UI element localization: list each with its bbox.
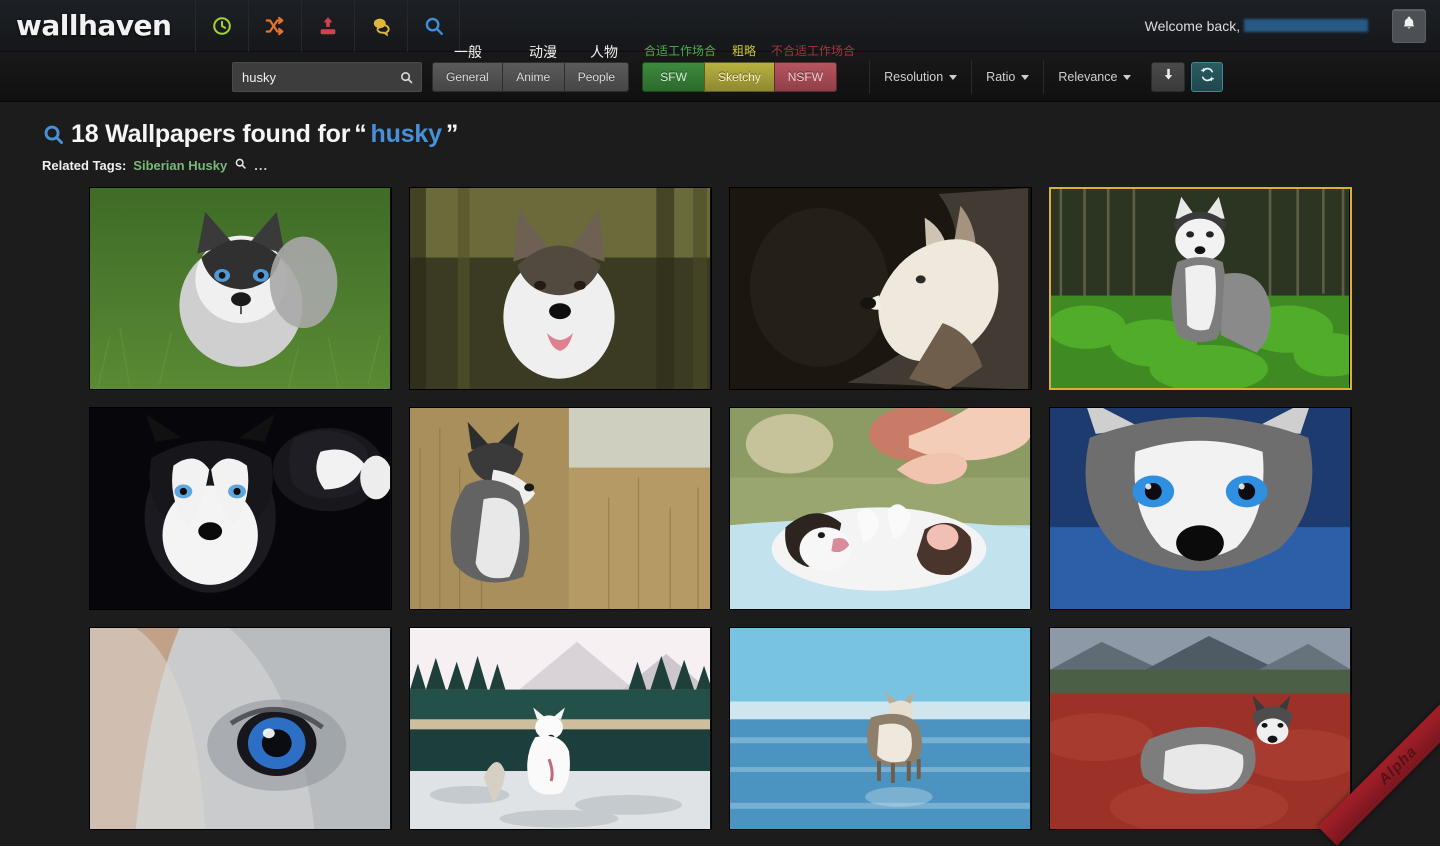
wallpaper-preview: [410, 188, 711, 390]
wallpaper-grid: [0, 187, 1440, 830]
thumbnail-item[interactable]: [409, 627, 712, 830]
thumbnail-item[interactable]: [729, 407, 1032, 610]
top-header-bar: wallhaven: [0, 0, 1440, 52]
related-tags-row: Related Tags: Siberian Husky ...: [42, 157, 1440, 173]
thumbnail-item[interactable]: [409, 187, 712, 390]
thumbnail-item-selected[interactable]: [1049, 187, 1352, 390]
wallpaper-preview: [1050, 628, 1351, 830]
nav-search-button[interactable]: [407, 0, 460, 52]
category-general-button[interactable]: General: [432, 62, 502, 92]
main-content: 18 Wallpapers found for “husky” Related …: [0, 102, 1440, 801]
results-count-text: 18 Wallpapers found for: [71, 120, 350, 149]
wallpaper-preview: [90, 188, 391, 390]
thumbnail-item[interactable]: [729, 187, 1032, 390]
filter-toolbar: General Anime People SFW Sketchy NSFW Re…: [0, 52, 1440, 102]
nav-latest-button[interactable]: [195, 0, 248, 52]
wallpaper-preview: [730, 188, 1031, 390]
wallpaper-preview: [410, 408, 711, 610]
clock-icon: [211, 15, 233, 37]
username-redacted[interactable]: [1244, 19, 1368, 32]
nav-random-button[interactable]: [248, 0, 301, 52]
search-keyword: husky: [371, 120, 442, 149]
related-tag-item[interactable]: Siberian Husky: [133, 158, 227, 173]
wallpaper-preview: [1050, 408, 1351, 610]
category-people-button[interactable]: People: [564, 62, 629, 92]
purity-sfw-button[interactable]: SFW: [642, 62, 704, 92]
quote-close: ”: [446, 120, 458, 149]
sort-order-button[interactable]: [1151, 62, 1185, 92]
comments-icon: [370, 14, 393, 37]
purity-sketchy-button[interactable]: Sketchy: [704, 62, 774, 92]
sorting-dropdown[interactable]: Relevance: [1044, 62, 1145, 92]
upload-icon: [317, 15, 339, 37]
wallpaper-preview: [730, 628, 1031, 830]
wallpaper-preview: [410, 628, 711, 830]
purity-nsfw-button[interactable]: NSFW: [774, 62, 837, 92]
welcome-message: Welcome back,: [1145, 18, 1374, 34]
notifications-button[interactable]: [1392, 9, 1426, 43]
page-title: 18 Wallpapers found for “husky”: [42, 120, 1440, 149]
refresh-icon: [1200, 67, 1215, 87]
header-user-area: Welcome back,: [1145, 0, 1440, 52]
search-result-icon: [42, 123, 65, 146]
resolution-dropdown-label: Resolution: [884, 70, 943, 84]
thumbnail-item[interactable]: [89, 187, 392, 390]
sort-options-group: Resolution Ratio Relevance: [869, 60, 1223, 94]
category-anime-button[interactable]: Anime: [502, 62, 564, 92]
main-nav: [195, 0, 460, 52]
thumbnail-item[interactable]: [729, 627, 1032, 830]
sorting-dropdown-label: Relevance: [1058, 70, 1117, 84]
search-icon: [423, 15, 445, 37]
chevron-down-icon: [1021, 75, 1029, 80]
chevron-down-icon: [1123, 75, 1131, 80]
wallpaper-preview: [90, 628, 391, 830]
refresh-button[interactable]: [1191, 62, 1223, 92]
results-header: 18 Wallpapers found for “husky” Related …: [0, 120, 1440, 173]
chevron-down-icon: [949, 75, 957, 80]
resolution-dropdown[interactable]: Resolution: [870, 62, 971, 92]
quote-open: “: [354, 120, 366, 149]
shuffle-icon: [264, 15, 286, 37]
category-filter-group: General Anime People: [432, 62, 629, 92]
thumbnail-item[interactable]: [89, 407, 392, 610]
tag-search-icon[interactable]: [234, 157, 247, 173]
bell-icon: [1401, 15, 1417, 36]
purity-filter-group: SFW Sketchy NSFW: [642, 62, 837, 92]
search-field-wrapper: [232, 62, 422, 92]
arrow-down-icon: [1161, 67, 1176, 87]
related-tags-label: Related Tags:: [42, 158, 126, 173]
wallpaper-preview: [730, 408, 1031, 610]
thumbnail-item[interactable]: [409, 407, 712, 610]
thumbnail-item[interactable]: [89, 627, 392, 830]
thumbnail-item[interactable]: [1049, 627, 1352, 830]
related-tags-more[interactable]: ...: [254, 158, 268, 173]
wallpaper-preview: [90, 408, 391, 610]
nav-forums-button[interactable]: [354, 0, 407, 52]
nav-upload-button[interactable]: [301, 0, 354, 52]
wallpaper-preview: [1051, 189, 1350, 389]
ratio-dropdown-label: Ratio: [986, 70, 1015, 84]
search-input[interactable]: [233, 63, 421, 91]
site-logo[interactable]: wallhaven: [0, 0, 195, 52]
ratio-dropdown[interactable]: Ratio: [972, 62, 1043, 92]
thumbnail-item[interactable]: [1049, 407, 1352, 610]
welcome-text: Welcome back,: [1145, 18, 1240, 34]
